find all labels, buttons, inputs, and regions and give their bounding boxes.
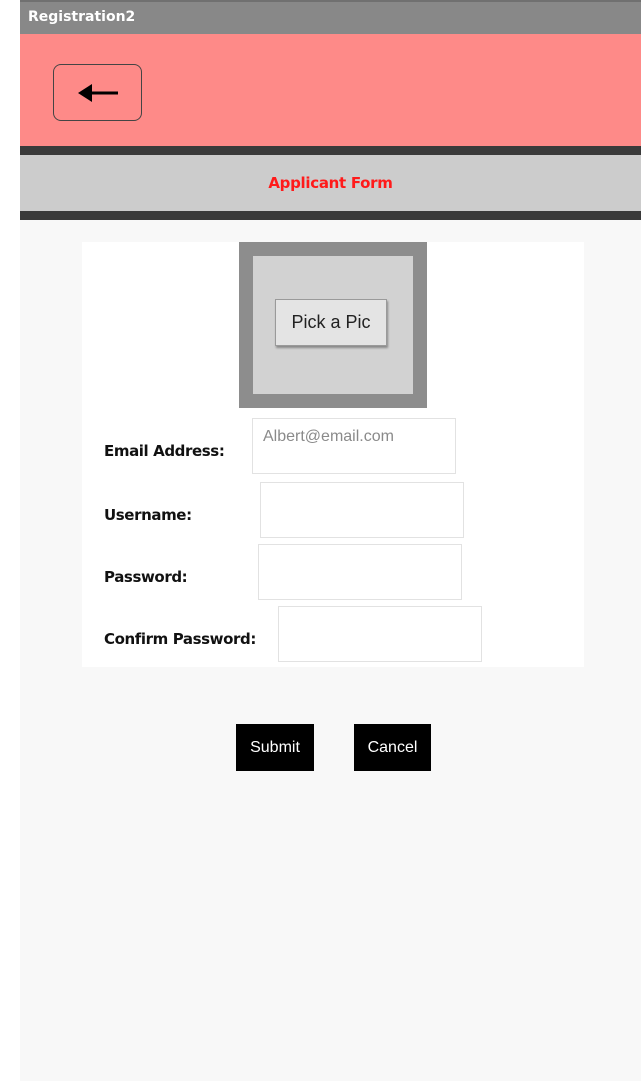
title-bar: Registration2: [20, 0, 641, 34]
email-field[interactable]: [252, 418, 456, 474]
app-screen: Registration2 Applicant Form Pick a Pic …: [20, 0, 641, 1081]
form-card: Pick a Pic Email Address: Username: Pass…: [82, 242, 584, 667]
username-field[interactable]: [260, 482, 464, 538]
password-label: Password:: [104, 568, 188, 586]
pick-a-pic-button[interactable]: Pick a Pic: [275, 299, 387, 346]
confirm-password-field[interactable]: [278, 606, 482, 662]
header-divider-bottom: [20, 211, 641, 220]
header-divider-top: [20, 146, 641, 155]
window-title: Registration2: [28, 9, 136, 25]
section-header: Applicant Form: [20, 155, 641, 211]
password-field[interactable]: [258, 544, 462, 600]
submit-button[interactable]: Submit: [236, 724, 314, 771]
left-arrow-icon: [76, 80, 120, 106]
header-band: [20, 34, 641, 146]
section-title: Applicant Form: [268, 174, 393, 192]
back-button[interactable]: [53, 64, 142, 121]
username-label: Username:: [104, 506, 192, 524]
confirm-password-label: Confirm Password:: [104, 630, 256, 648]
picture-frame: Pick a Pic: [239, 242, 427, 408]
email-label: Email Address:: [104, 442, 225, 460]
cancel-button[interactable]: Cancel: [354, 724, 431, 771]
